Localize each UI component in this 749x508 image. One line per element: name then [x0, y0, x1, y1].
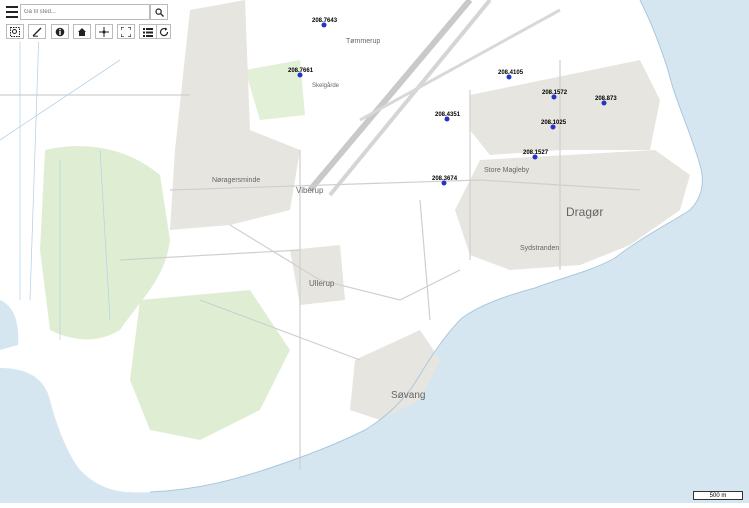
- info-button[interactable]: [51, 24, 69, 39]
- point-label: 208.4351: [435, 112, 461, 118]
- list-icon: [143, 27, 153, 37]
- place-label: Nøragersminde: [212, 177, 260, 184]
- place-label: Sydstranden: [520, 245, 559, 252]
- point-label: 208.7643: [312, 18, 338, 24]
- fullscreen-button[interactable]: [117, 24, 135, 39]
- map-svg: Tømmerup Skelgårde Nøragersminde Viberup…: [0, 0, 749, 503]
- place-label: Viberup: [296, 186, 324, 195]
- point-label: 208.3674: [432, 176, 458, 182]
- crosshair-icon: [99, 27, 109, 37]
- info-icon: [55, 27, 65, 37]
- place-label: Skelgårde: [312, 82, 340, 89]
- place-label: Ullerup: [309, 279, 335, 288]
- place-label: Dragør: [566, 205, 603, 219]
- place-label: Søvang: [391, 390, 425, 401]
- measure-button[interactable]: [28, 24, 46, 39]
- scale-bar: 500 m: [693, 491, 743, 500]
- place-label: Store Magleby: [484, 167, 530, 174]
- locate-button[interactable]: [95, 24, 113, 39]
- refresh-button[interactable]: [156, 24, 171, 39]
- home-icon: [77, 27, 87, 37]
- point-label: 208.873: [595, 96, 617, 102]
- fullscreen-icon: [121, 27, 131, 37]
- layers-button[interactable]: [139, 24, 157, 39]
- point-label: 208.1025: [541, 120, 567, 126]
- point-label: 208.1527: [523, 150, 549, 156]
- search-input[interactable]: [20, 4, 150, 20]
- refresh-icon: [159, 27, 169, 37]
- menu-icon[interactable]: [6, 6, 18, 18]
- map-toolbar: [0, 0, 172, 42]
- point-label: 208.4105: [498, 70, 524, 76]
- search-icon: [155, 8, 164, 17]
- map-canvas[interactable]: Tømmerup Skelgårde Nøragersminde Viberup…: [0, 0, 749, 503]
- point-label: 208.7661: [288, 68, 314, 74]
- point-label: 208.1572: [542, 90, 568, 96]
- home-button[interactable]: [73, 24, 91, 39]
- place-label: Tømmerup: [346, 38, 380, 45]
- zoom-box-button[interactable]: [6, 24, 24, 39]
- zoom-box-icon: [10, 27, 20, 37]
- search-button[interactable]: [150, 4, 168, 20]
- measure-icon: [32, 27, 42, 37]
